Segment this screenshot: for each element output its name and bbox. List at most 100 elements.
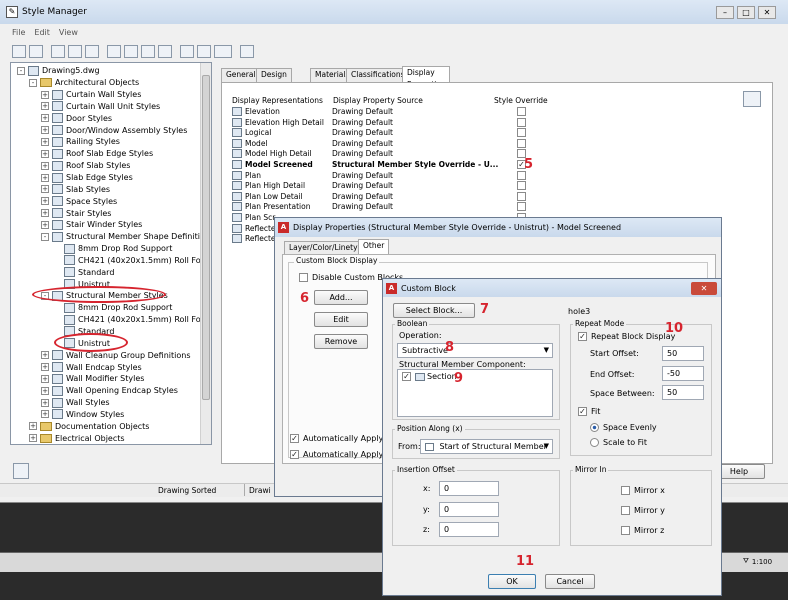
tree-item[interactable]: - Architectural Objects bbox=[11, 77, 201, 89]
radio-selected-icon[interactable] bbox=[590, 423, 599, 432]
display-row[interactable]: Plan High Detail Drawing Default bbox=[232, 180, 530, 191]
menu-view[interactable]: View bbox=[59, 28, 78, 37]
mirror-x-checkbox[interactable]: Mirror x bbox=[621, 486, 665, 495]
tree-item[interactable]: - Structural Member Shape Definitions bbox=[11, 231, 211, 243]
collapse-icon[interactable]: - bbox=[29, 78, 37, 87]
display-row[interactable]: Elevation High Detail Drawing Default bbox=[232, 117, 530, 128]
display-row[interactable]: Model High Detail Drawing Default bbox=[232, 148, 530, 159]
tree-item[interactable]: CH421 (40x20x1.5mm) Roll Formed bbox=[11, 255, 211, 267]
fit-checkbox[interactable]: ✓ Fit bbox=[578, 407, 600, 416]
tree-item[interactable]: + Slab Styles bbox=[11, 183, 201, 195]
display-row[interactable]: Plan Drawing Default bbox=[232, 170, 530, 181]
expand-icon[interactable]: + bbox=[29, 422, 37, 431]
expand-icon[interactable]: + bbox=[41, 197, 49, 206]
tab-0[interactable]: General bbox=[221, 68, 261, 82]
style-override-checkbox[interactable] bbox=[517, 138, 526, 148]
tree-item[interactable]: + Wall Endcap Styles bbox=[11, 361, 201, 373]
style-override-checkbox[interactable] bbox=[517, 107, 526, 116]
edit-button[interactable]: Edit bbox=[314, 312, 368, 327]
tab-1[interactable]: Design Rules bbox=[256, 68, 292, 91]
paste-button[interactable] bbox=[68, 44, 82, 58]
inline-edit-button[interactable] bbox=[240, 44, 254, 58]
mirror-y-checkbox[interactable]: Mirror y bbox=[621, 506, 665, 515]
style-override-checkbox[interactable] bbox=[517, 202, 526, 212]
copy-button[interactable] bbox=[51, 44, 65, 58]
mirror-z-box[interactable] bbox=[621, 526, 630, 535]
col-property-source[interactable]: Display Property Source bbox=[333, 96, 494, 105]
z-offset-input[interactable]: 0 bbox=[439, 522, 499, 537]
expand-icon[interactable]: + bbox=[41, 161, 49, 170]
edit-display-properties-button[interactable] bbox=[743, 91, 761, 107]
expand-icon[interactable]: + bbox=[41, 185, 49, 194]
toggle-view-button[interactable] bbox=[180, 44, 194, 58]
style-override-checkbox[interactable] bbox=[517, 181, 526, 191]
display-row[interactable]: Elevation Drawing Default bbox=[232, 106, 530, 117]
expand-icon[interactable]: + bbox=[41, 149, 49, 158]
expand-icon[interactable]: + bbox=[41, 102, 49, 111]
expand-icon[interactable]: + bbox=[41, 410, 49, 419]
tree-item[interactable]: + Wall Opening Endcap Styles bbox=[11, 385, 201, 397]
expand-icon[interactable]: + bbox=[41, 137, 49, 146]
tree-item[interactable]: + Slab Edge Styles bbox=[11, 172, 201, 184]
y-offset-input[interactable]: 0 bbox=[439, 502, 499, 517]
bottom-left-button[interactable] bbox=[13, 463, 29, 479]
component-item-section[interactable]: ✓ Section bbox=[402, 372, 457, 381]
tree-item[interactable]: + Curtain Wall Styles bbox=[11, 89, 201, 101]
expand-icon[interactable]: + bbox=[41, 114, 49, 123]
menu-file[interactable]: File bbox=[12, 28, 25, 37]
display-row[interactable]: Plan Presentation Drawing Default bbox=[232, 201, 530, 212]
collapse-icon[interactable]: - bbox=[41, 232, 49, 241]
style-tree-panel[interactable]: - Drawing5.dwg - Architectural Objects + Curt… bbox=[10, 62, 212, 445]
auto-apply-data-box[interactable]: ✓ bbox=[290, 450, 299, 459]
disable-checkbox-box[interactable] bbox=[299, 273, 308, 282]
display-row[interactable]: Model Drawing Default bbox=[232, 138, 530, 149]
tab-3[interactable]: Classifications bbox=[346, 68, 410, 82]
close-button[interactable]: ✕ bbox=[758, 5, 776, 19]
tree-item[interactable]: + Roof Slab Edge Styles bbox=[11, 148, 201, 160]
expand-icon[interactable]: + bbox=[41, 173, 49, 182]
style-override-checkbox[interactable] bbox=[517, 128, 526, 138]
tree-item[interactable]: CH421 (40x20x1.5mm) Roll Formed bbox=[11, 314, 211, 326]
tree-item[interactable]: + Electrical Objects bbox=[11, 432, 201, 444]
tree-item[interactable]: + Roof Slab Styles bbox=[11, 160, 201, 172]
tree-item[interactable]: + Curtain Wall Unit Styles bbox=[11, 101, 201, 113]
cancel-button[interactable]: Cancel bbox=[545, 574, 595, 589]
tree-item[interactable]: 8mm Drop Rod Support bbox=[11, 243, 201, 255]
col-representations[interactable]: Display Representations bbox=[232, 96, 333, 105]
tree-item[interactable]: + Space Styles bbox=[11, 195, 201, 207]
minimize-button[interactable]: – bbox=[716, 5, 734, 19]
tree-item[interactable]: + Railing Styles bbox=[11, 136, 201, 148]
tree-scrollbar[interactable] bbox=[200, 63, 211, 444]
tab-4[interactable]: Display Properties bbox=[402, 66, 450, 89]
mirror-x-box[interactable] bbox=[621, 486, 630, 495]
display-row[interactable]: Model Screened Structural Member Style Ov… bbox=[232, 159, 530, 170]
fit-checkbox-box[interactable]: ✓ bbox=[578, 407, 587, 416]
tree-item[interactable]: 8mm Drop Rod Support bbox=[11, 302, 201, 314]
repeat-block-display-checkbox[interactable]: ✓ Repeat Block Display bbox=[578, 332, 675, 341]
tree-item[interactable]: Standard bbox=[11, 266, 201, 278]
new-drawing-button[interactable] bbox=[12, 44, 26, 58]
mirror-y-box[interactable] bbox=[621, 506, 630, 515]
tab-other[interactable]: Other bbox=[358, 239, 390, 255]
tree-item[interactable]: + Wall Modifier Styles bbox=[11, 373, 201, 385]
expand-icon[interactable]: + bbox=[41, 90, 49, 99]
set-from-button[interactable] bbox=[141, 44, 155, 58]
collapse-icon[interactable]: - bbox=[17, 66, 25, 75]
operation-select[interactable]: Subtractive ▼ bbox=[397, 343, 553, 358]
end-offset-input[interactable]: -50 bbox=[662, 366, 704, 381]
tree-item[interactable]: + Stair Styles bbox=[11, 207, 201, 219]
expand-icon[interactable]: + bbox=[29, 434, 37, 443]
expand-icon[interactable]: + bbox=[41, 363, 49, 372]
refresh-button[interactable] bbox=[158, 44, 172, 58]
repeat-checkbox-box[interactable]: ✓ bbox=[578, 332, 587, 341]
expand-icon[interactable]: + bbox=[41, 386, 49, 395]
tree-item[interactable]: + Window Styles bbox=[11, 408, 201, 420]
ok-button[interactable]: OK bbox=[488, 574, 536, 589]
expand-icon[interactable]: + bbox=[41, 209, 49, 218]
radio-icon[interactable] bbox=[590, 438, 599, 447]
start-offset-input[interactable]: 50 bbox=[662, 346, 704, 361]
menu-edit[interactable]: Edit bbox=[34, 28, 50, 37]
filter-icon[interactable] bbox=[197, 44, 211, 58]
style-override-checkbox[interactable] bbox=[517, 191, 526, 201]
purge-button[interactable] bbox=[85, 44, 99, 58]
